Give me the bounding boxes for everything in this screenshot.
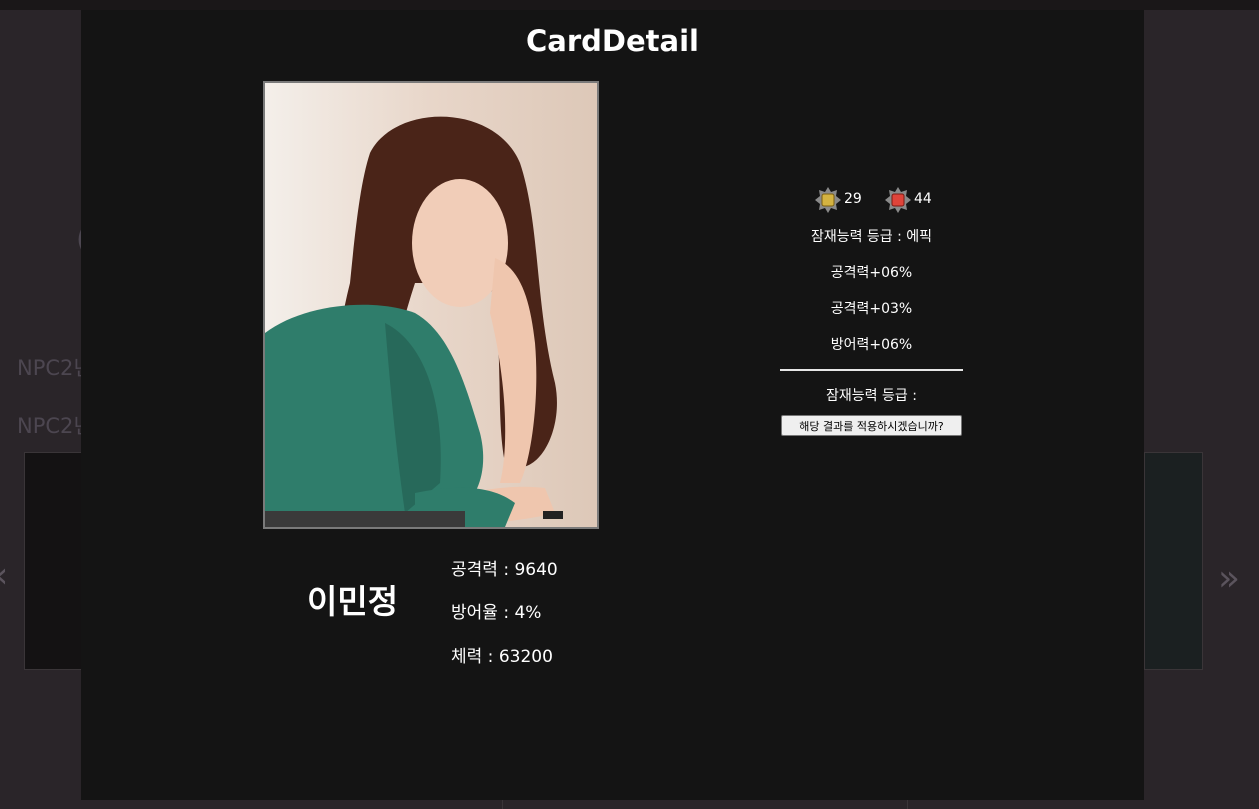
divider [780,369,963,371]
gold-cube-count: 29 [844,191,862,207]
background-card[interactable] [1144,452,1203,670]
background-card[interactable] [24,452,84,670]
gold-cube-icon[interactable] [814,186,842,214]
background-topbar [0,0,1259,10]
new-potential-grade: 잠재능력 등급 : [826,388,917,404]
potential-option: 공격력+03% [830,301,913,317]
background-divider [907,800,908,809]
red-cube-icon[interactable] [884,186,912,214]
stat-attack: 공격력 : 9640 [451,560,558,580]
cube-counts: 29 44 [780,185,963,219]
red-cube-count: 44 [914,191,932,207]
current-potential-grade: 잠재능력 등급 : 에픽 [810,229,933,245]
card-detail-modal: CardDetail 이민정 공격력: 9640 방어율: 4% 체력: … [81,10,1144,800]
background-prev-arrow[interactable]: ‹ [0,555,8,596]
card-photo [263,81,599,529]
stat-defense-rate: 방어율 : 4% [451,603,542,623]
apply-result-button[interactable]: 해당 결과를 적용하시겠습니까? [781,415,962,436]
modal-title: CardDetail [526,24,699,58]
background-next-arrow[interactable]: » [1218,558,1240,599]
potential-option: 공격력+06% [830,265,913,281]
potential-panel: 29 44 잠재능력 등급 : 에픽 공격력+06% 공격력+03% 방어력+0… [780,185,963,436]
potential-option: 방어력+06% [830,337,913,353]
stat-hp: 체력 : 63200 [451,647,553,667]
background-divider [502,800,503,809]
card-name: 이민정 [307,582,399,621]
